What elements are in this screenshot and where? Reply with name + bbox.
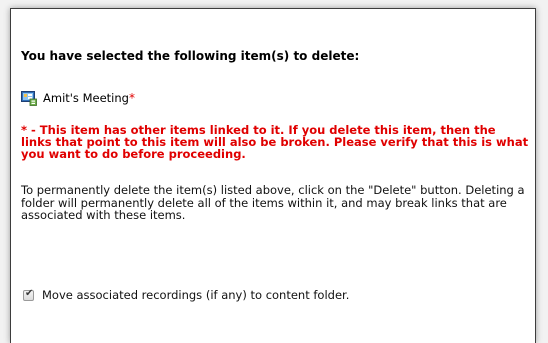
delete-confirmation-dialog: You have selected the following item(s) … <box>10 8 536 343</box>
move-recordings-checkbox[interactable]: ✔ <box>23 287 34 301</box>
move-recordings-option[interactable]: ✔ Move associated recordings (if any) to… <box>23 288 349 302</box>
item-name: Amit's Meeting <box>43 91 129 105</box>
dialog-heading: You have selected the following item(s) … <box>21 49 360 63</box>
checkmark-icon: ✔ <box>25 287 34 299</box>
linked-items-warning: * - This item has other items linked to … <box>21 123 529 161</box>
linked-item-marker: * <box>128 91 135 105</box>
meeting-icon <box>21 91 37 106</box>
delete-instructions: To permanently delete the item(s) listed… <box>21 183 525 222</box>
selected-item: Amit's Meeting * <box>21 89 135 107</box>
move-recordings-label[interactable]: Move associated recordings (if any) to c… <box>42 288 349 302</box>
screen-background: You have selected the following item(s) … <box>0 0 548 343</box>
